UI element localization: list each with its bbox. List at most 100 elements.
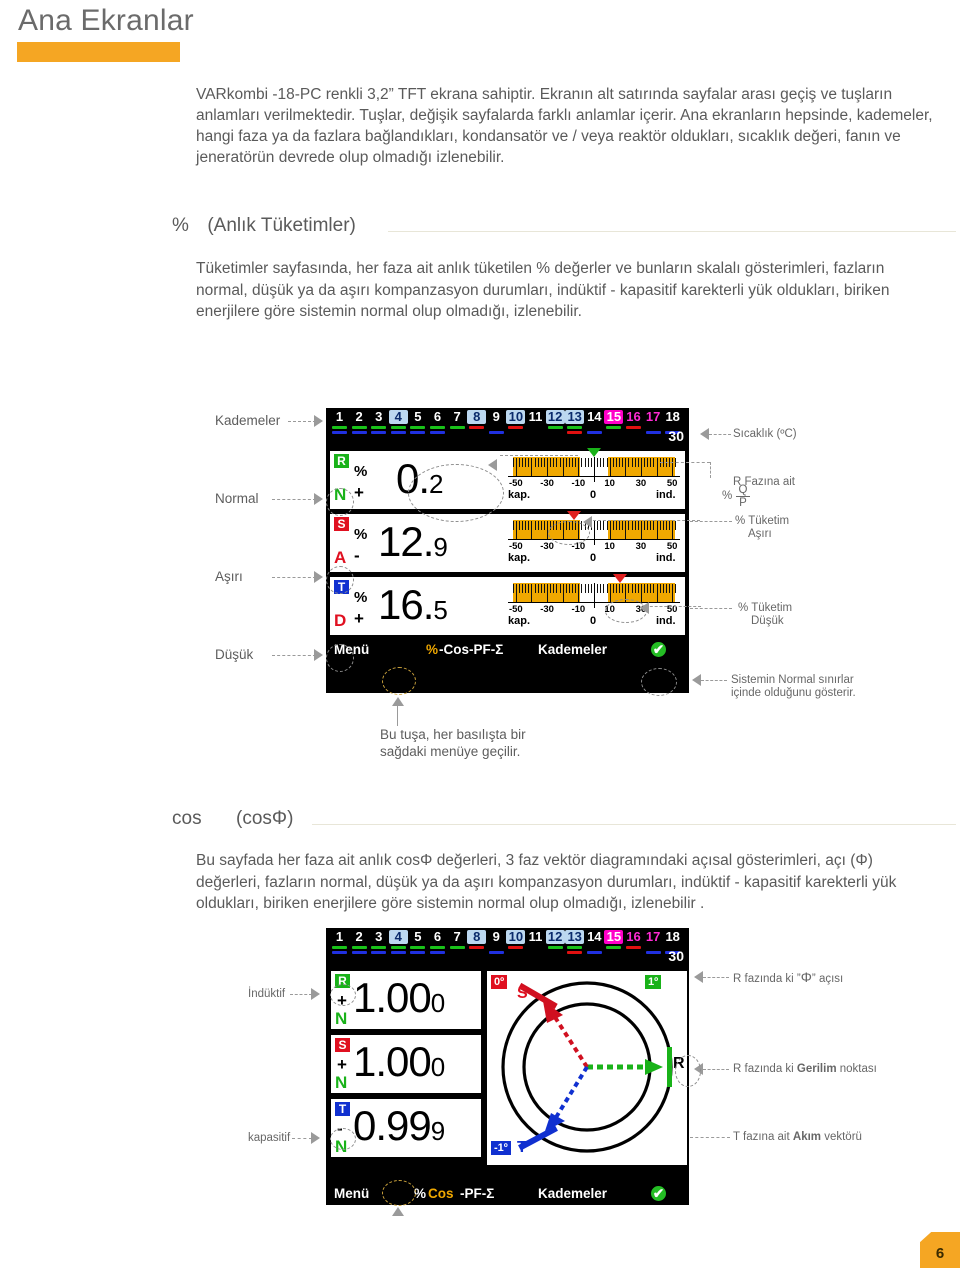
arrow-marker-row2	[583, 516, 592, 528]
nav2-percent-button[interactable]: %	[414, 1186, 426, 1201]
annotation-dusuk: Düşük	[215, 647, 254, 662]
stage-indicator-5: 5	[408, 930, 427, 954]
phase-badge: S	[334, 517, 349, 531]
nav-menu-button[interactable]: Menü	[334, 642, 369, 657]
stage-bar-bottom	[332, 431, 347, 434]
meter-tick	[572, 458, 574, 467]
stage-bar-bottom	[450, 431, 465, 434]
nav2-ok-status-icon[interactable]: ✔	[651, 1186, 666, 1201]
stage-number: 14	[587, 409, 602, 424]
cos-status-letter: N	[335, 1073, 348, 1092]
meter-inductive-label: ind.	[656, 552, 676, 564]
meter-tick	[528, 584, 530, 593]
nav2-mode-label[interactable]: -PF-Σ	[460, 1186, 494, 1201]
meter-tick	[637, 521, 639, 530]
meter-tick	[612, 584, 614, 593]
nav2-cos-button[interactable]: Cos	[428, 1186, 454, 1201]
stage-indicator-3: 3	[369, 410, 388, 434]
meter-tick	[562, 458, 564, 476]
meter-inductive-label: ind.	[656, 489, 676, 501]
meter-tick	[644, 458, 646, 467]
meter-tick	[534, 584, 536, 593]
leader-tuketim-dusuk	[690, 608, 732, 609]
section-rule-cos	[312, 824, 956, 825]
meter-tick	[653, 458, 655, 467]
meter-tick	[559, 584, 561, 593]
stage-indicator-4: 4	[388, 930, 408, 954]
meter-tick	[515, 458, 517, 476]
stage-bar-top	[646, 426, 661, 429]
meter-tick	[575, 584, 577, 593]
nav2-menu-button[interactable]: Menü	[334, 1186, 369, 1201]
arrow-mode-key	[392, 697, 404, 706]
arrow-cos-key	[392, 1207, 404, 1216]
stage-number: 9	[492, 929, 500, 944]
stage-number: 14	[587, 929, 602, 944]
stage-indicator-10: 10	[506, 930, 526, 954]
section-percent-symbol: %	[172, 215, 189, 236]
annotation-asiri: Aşırı	[215, 569, 243, 584]
stage-bar-top	[626, 426, 641, 429]
cos-value: 1.000	[353, 1038, 445, 1086]
meter-tick	[528, 521, 530, 530]
nav-stages-button[interactable]: Kademeler	[538, 642, 607, 657]
meter-tick	[590, 458, 592, 467]
meter-tick	[631, 458, 633, 467]
stage-bar-bottom	[586, 951, 602, 954]
meter-tick	[534, 521, 536, 530]
screen1-navbar: Menü % -Cos-PF-Σ Kademeler ✔	[326, 639, 689, 660]
meter-tick	[669, 584, 671, 593]
meter-tick	[584, 458, 586, 467]
meter-tick	[619, 521, 621, 530]
value-decimal-point: .	[422, 581, 435, 628]
value-integer: 0	[396, 455, 419, 502]
annotation-r-gerilim: R fazında ki Gerilim noktası	[733, 1062, 877, 1076]
stage-bar-top	[332, 946, 347, 949]
meter-tick	[622, 458, 624, 467]
stage-bar-top	[371, 426, 387, 429]
value-integer: 12	[378, 518, 424, 565]
stage-bar-top	[606, 946, 622, 949]
stage-indicator-bar: 1 2 3 4 5 6 7 8 9 10 11 12 13 14 15 16 17 18	[326, 408, 689, 450]
meter-tick	[628, 458, 630, 467]
meter-tick	[625, 584, 627, 602]
stage-bar-top	[626, 946, 641, 949]
meter-tick	[550, 521, 552, 530]
meter-tick	[650, 458, 652, 467]
meter-tick	[606, 584, 608, 593]
consumption-value: 0.2	[396, 455, 444, 503]
meter-tick	[640, 584, 642, 602]
stage-bar-bottom	[586, 431, 602, 434]
nav-ok-status-icon[interactable]: ✔	[651, 642, 666, 657]
meter-tick	[540, 458, 542, 467]
meter-tick	[653, 521, 655, 530]
compensation-meter: -50 -30 -10 10 30 50 0 kap. ind.	[508, 511, 680, 566]
stage-number: 2	[355, 409, 363, 424]
meter-tick	[600, 584, 602, 593]
stage-number: 3	[375, 409, 383, 424]
stage-number: 12	[545, 930, 565, 944]
stage-indicator-16: 16	[624, 930, 643, 954]
nav2-stages-button[interactable]: Kademeler	[538, 1186, 607, 1201]
intro-paragraph: VARkombi -18-PC renkli 3,2” TFT ekrana s…	[196, 86, 933, 166]
annotation-sistem-normal-2: içinde olduğunu gösterir.	[731, 687, 856, 699]
meter-tick	[531, 584, 533, 602]
meter-tick	[662, 521, 664, 530]
nav-mode-label[interactable]: -Cos-PF-Σ	[439, 642, 503, 657]
stage-bar-bottom	[645, 951, 661, 954]
arrow-value-row1	[488, 459, 497, 471]
stage-bar-bottom	[488, 951, 504, 954]
meter-tick	[537, 458, 539, 467]
meter-tick	[543, 584, 545, 593]
meter-tick	[562, 584, 564, 602]
meter-tick	[568, 521, 570, 530]
leader-r-gerilim	[703, 1069, 729, 1070]
annotation-t-akim-bold: Akım	[792, 1131, 822, 1143]
meter-tick	[565, 458, 567, 467]
annotation-induktif: İndüktif	[248, 988, 286, 1000]
nav-percent-button[interactable]: %	[426, 642, 438, 657]
cos-status-letter: N	[335, 1137, 348, 1156]
stage-bar-top	[606, 426, 622, 429]
cos-status-letter: N	[335, 1009, 348, 1028]
stage-number: 2	[355, 929, 363, 944]
